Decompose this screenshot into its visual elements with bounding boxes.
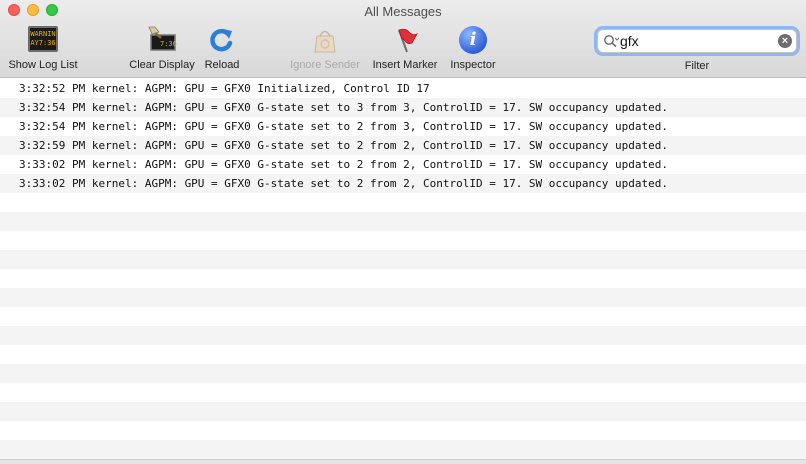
title-bar: All Messages WARNIN AY7:36 Show Log List…	[0, 0, 806, 78]
empty-row	[0, 364, 806, 383]
empty-row	[0, 269, 806, 288]
log-entry[interactable]: 3:32:52 PM kernel: AGPM: GPU = GFX0 Init…	[0, 79, 806, 98]
show-log-list-label: Show Log List	[8, 59, 78, 71]
empty-row	[0, 326, 806, 345]
clear-display-label: Clear Display	[129, 59, 195, 71]
empty-row	[0, 402, 806, 421]
empty-row	[0, 231, 806, 250]
svg-text:7:36: 7:36	[160, 40, 177, 48]
flag-icon	[398, 28, 418, 53]
ignore-sender-icon	[314, 30, 336, 53]
empty-row	[0, 383, 806, 402]
filter-search-field[interactable]: ×	[597, 29, 797, 53]
filter-label: Filter	[684, 60, 710, 72]
log-entry[interactable]: 3:32:54 PM kernel: AGPM: GPU = GFX0 G-st…	[0, 98, 806, 117]
empty-row	[0, 212, 806, 231]
reload-icon	[210, 28, 233, 52]
empty-row	[0, 440, 806, 459]
empty-row	[0, 250, 806, 269]
clear-search-icon[interactable]: ×	[778, 34, 792, 48]
ignore-sender-label: Ignore Sender	[290, 59, 360, 71]
inspector-label: Inspector	[450, 59, 496, 71]
empty-row	[0, 345, 806, 364]
info-icon: i	[459, 26, 487, 54]
insert-marker-label: Insert Marker	[372, 59, 438, 71]
empty-row	[0, 193, 806, 212]
empty-row	[0, 421, 806, 440]
reload-label: Reload	[204, 59, 240, 71]
log-message-list[interactable]: 3:32:52 PM kernel: AGPM: GPU = GFX0 Init…	[0, 79, 806, 464]
empty-row	[0, 307, 806, 326]
filter-input[interactable]	[620, 32, 770, 50]
window-title: All Messages	[364, 4, 442, 19]
broom-icon: 7:36	[148, 26, 177, 51]
log-entry[interactable]: 3:33:02 PM kernel: AGPM: GPU = GFX0 G-st…	[0, 155, 806, 174]
status-bar	[0, 459, 806, 464]
log-entry[interactable]: 3:32:59 PM kernel: AGPM: GPU = GFX0 G-st…	[0, 136, 806, 155]
log-entry[interactable]: 3:33:02 PM kernel: AGPM: GPU = GFX0 G-st…	[0, 174, 806, 193]
log-entry[interactable]: 3:32:54 PM kernel: AGPM: GPU = GFX0 G-st…	[0, 117, 806, 136]
empty-row	[0, 288, 806, 307]
search-icon	[604, 35, 619, 48]
console-icon: WARNIN AY7:36	[28, 26, 58, 52]
